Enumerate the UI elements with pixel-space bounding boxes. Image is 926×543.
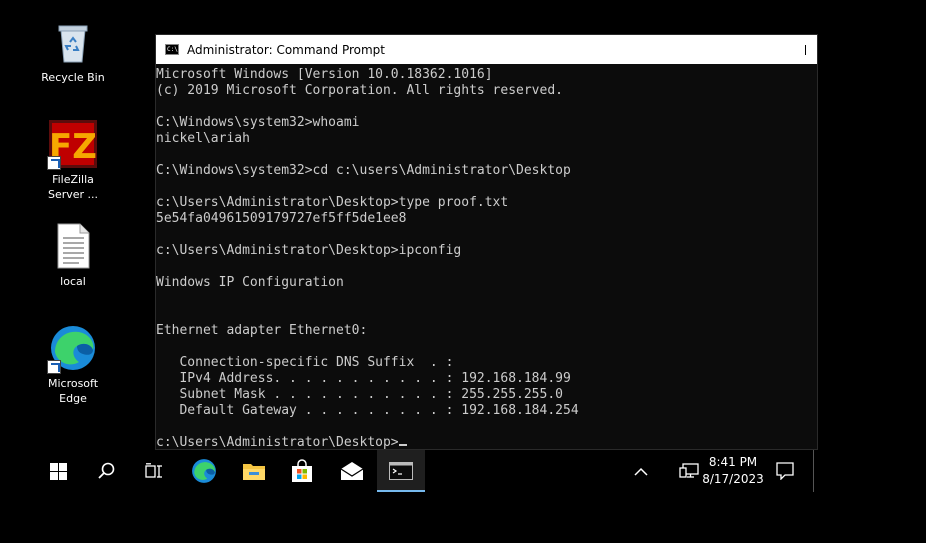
show-hidden-icons-button[interactable]: [617, 450, 665, 492]
console-line: IPv4 Address. . . . . . . . . . . : 192.…: [156, 371, 571, 386]
console-line: c:\Users\Administrator\Desktop>ipconfig: [156, 243, 462, 258]
taskbar-mail-button[interactable]: [328, 450, 376, 492]
shortcut-arrow-icon: [47, 360, 61, 374]
edge-icon: [192, 459, 216, 483]
filezilla-icon: FZ: [47, 120, 97, 170]
console-line: C:\Windows\system32>whoami: [156, 115, 360, 130]
console-prompt-line[interactable]: c:\Users\Administrator\Desktop>: [156, 435, 817, 451]
desktop-icon-label: Microsoft Edge: [47, 377, 99, 405]
window-control-button[interactable]: [793, 35, 817, 64]
console-line: c:\Users\Administrator\Desktop>type proo…: [156, 195, 509, 210]
start-button[interactable]: [34, 450, 82, 492]
clock-date: 8/17/2023: [702, 472, 764, 486]
desktop-icon-microsoft-edge[interactable]: Microsoft Edge: [35, 324, 111, 406]
taskbar-clock[interactable]: 8:41 PM 8/17/2023: [695, 454, 771, 488]
console-prompt: c:\Users\Administrator\Desktop>: [156, 435, 399, 450]
show-desktop-button[interactable]: [813, 450, 814, 492]
command-prompt-icon: [389, 462, 413, 480]
mail-icon: [340, 462, 364, 480]
taskbar-file-explorer-button[interactable]: [230, 450, 278, 492]
store-icon: [292, 459, 312, 482]
task-view-button[interactable]: [130, 450, 178, 492]
console-line: Subnet Mask . . . . . . . . . . . : 255.…: [156, 387, 563, 402]
window-control-icon: [804, 44, 806, 55]
desktop-icon-filezilla[interactable]: FZ FileZilla Server ...: [35, 120, 111, 202]
text-cursor: [398, 444, 407, 446]
console-line: Connection-specific DNS Suffix . :: [156, 355, 454, 370]
task-view-icon: [145, 463, 162, 478]
desktop-icon-local[interactable]: local: [35, 222, 111, 289]
console-line: C:\Windows\system32>cd c:\users\Administ…: [156, 163, 571, 178]
edge-icon: [47, 324, 97, 374]
start-icon: [49, 462, 67, 480]
action-center-button[interactable]: [761, 450, 809, 492]
taskbar: 8:41 PM 8/17/2023: [0, 450, 926, 492]
notification-icon: [776, 462, 794, 480]
taskbar-edge-button[interactable]: [180, 450, 228, 492]
console-line: nickel\ariah: [156, 131, 250, 146]
recycle-bin-icon: [49, 18, 97, 66]
console-line: Default Gateway . . . . . . . . . : 192.…: [156, 403, 579, 418]
text-file-icon: [49, 222, 97, 270]
console-line: Windows IP Configuration: [156, 275, 344, 290]
console-line: Microsoft Windows [Version 10.0.18362.10…: [156, 67, 493, 82]
console-output[interactable]: Microsoft Windows [Version 10.0.18362.10…: [156, 64, 817, 451]
command-prompt-window[interactable]: C:\. Administrator: Command Prompt Micro…: [155, 34, 818, 450]
desktop-icon-label: local: [60, 275, 86, 288]
console-line: Ethernet adapter Ethernet0:: [156, 323, 368, 338]
search-button[interactable]: [82, 450, 130, 492]
taskbar-command-prompt-button[interactable]: [377, 450, 425, 492]
taskbar-store-button[interactable]: [278, 450, 326, 492]
desktop-icon-label: Recycle Bin: [41, 71, 105, 84]
window-title: Administrator: Command Prompt: [187, 42, 385, 57]
desktop-icon-label: FileZilla Server ...: [47, 173, 99, 201]
console-line: 5e54fa04961509179727ef5ff5de1ee8: [156, 211, 407, 226]
console-line: (c) 2019 Microsoft Corporation. All righ…: [156, 83, 563, 98]
file-explorer-icon: [243, 464, 265, 480]
shortcut-arrow-icon: [47, 156, 61, 170]
screen-bottom-border: [0, 492, 926, 543]
chevron-up-icon: [634, 467, 648, 476]
desktop-icon-recycle-bin[interactable]: Recycle Bin: [35, 18, 111, 85]
window-titlebar[interactable]: C:\. Administrator: Command Prompt: [156, 35, 817, 64]
command-prompt-icon: C:\.: [165, 44, 182, 55]
clock-time: 8:41 PM: [708, 455, 758, 469]
search-icon: [98, 462, 115, 479]
